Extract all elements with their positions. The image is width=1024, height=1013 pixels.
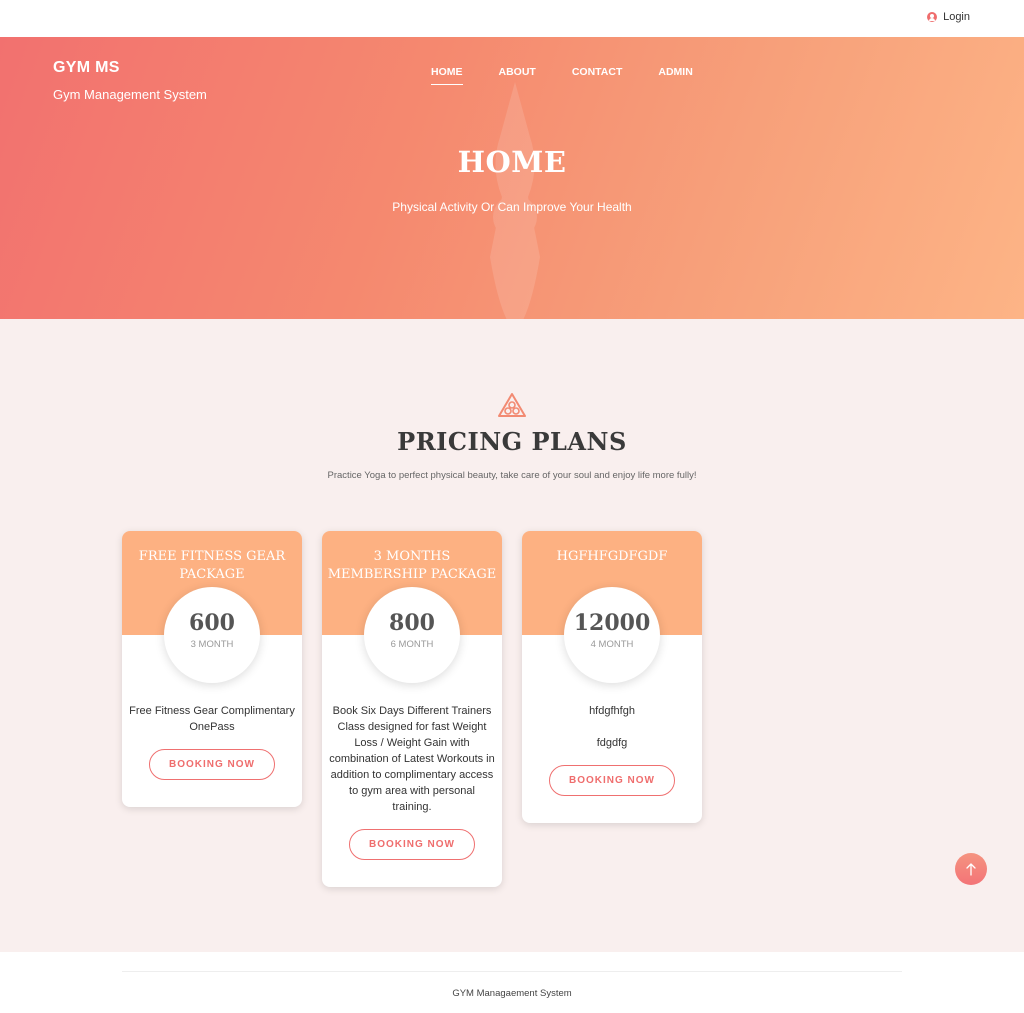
plan-price: 600 <box>189 610 235 636</box>
nav-item-about[interactable]: ABOUT <box>499 66 536 85</box>
price-badge: 600 3 MONTH <box>164 587 260 683</box>
login-label: Login <box>943 11 970 23</box>
plan-description: Book Six Days Different Trainers Class d… <box>329 705 495 813</box>
plan-description: Free Fitness Gear Complimentary OnePass <box>129 705 295 733</box>
section-title: PRICING PLANS <box>397 427 627 456</box>
plan-name: HGFHFGDFGDF <box>556 549 668 564</box>
pricing-card: 3 MONTHS MEMBERSHIP PACKAGE 800 6 MONTH … <box>322 531 502 887</box>
yoga-figure-image <box>490 82 540 319</box>
footer-divider <box>122 971 902 972</box>
nav-item-contact[interactable]: CONTACT <box>572 66 623 85</box>
plan-name: FREE FITNESS GEAR PACKAGE <box>138 549 286 582</box>
plan-description: hfdgfhfgh <box>589 705 635 717</box>
footer: GYM Managaement System <box>0 952 1024 1013</box>
pricing-section: PRICING PLANS Practice Yoga to perfect p… <box>0 319 1024 952</box>
brand-name[interactable]: GYM MS <box>53 59 120 77</box>
plan-period: 4 MONTH <box>590 639 634 650</box>
login-link[interactable]: Login <box>927 11 970 23</box>
nav-item-admin[interactable]: ADMIN <box>658 66 692 85</box>
plan-price: 800 <box>389 610 435 636</box>
plan-name: 3 MONTHS MEMBERSHIP PACKAGE <box>327 549 497 582</box>
booking-button[interactable]: BOOKING NOW <box>349 829 475 860</box>
main-nav: HOME ABOUT CONTACT ADMIN <box>431 66 693 85</box>
price-badge: 800 6 MONTH <box>364 587 460 683</box>
plan-description: fdgdfg <box>596 737 628 749</box>
footer-text: GYM Managaement System <box>452 988 572 999</box>
section-subtitle: Practice Yoga to perfect physical beauty… <box>327 470 697 481</box>
arrow-up-icon <box>966 863 976 876</box>
nav-item-home[interactable]: HOME <box>431 66 463 85</box>
plan-period: 6 MONTH <box>390 639 434 650</box>
user-circle-icon <box>927 12 938 22</box>
scroll-to-top-button[interactable] <box>955 853 987 885</box>
brand-tagline: Gym Management System <box>53 87 207 102</box>
pricing-card: HGFHFGDFGDF 12000 4 MONTH hfdgfhfgh fdgd… <box>522 531 702 823</box>
plan-period: 3 MONTH <box>190 639 234 650</box>
plan-price: 12000 <box>573 610 651 636</box>
hero-banner: GYM MS Gym Management System HOME ABOUT … <box>0 37 1024 319</box>
hero-subtitle: Physical Activity Or Can Improve Your He… <box>392 200 632 214</box>
page-title: HOME <box>457 145 567 179</box>
booking-button[interactable]: BOOKING NOW <box>549 765 675 796</box>
price-badge: 12000 4 MONTH <box>564 587 660 683</box>
booking-button[interactable]: BOOKING NOW <box>149 749 275 780</box>
pricing-card: FREE FITNESS GEAR PACKAGE 600 3 MONTH Fr… <box>122 531 302 807</box>
top-bar: Login <box>0 0 1024 37</box>
lotus-icon <box>498 393 526 417</box>
